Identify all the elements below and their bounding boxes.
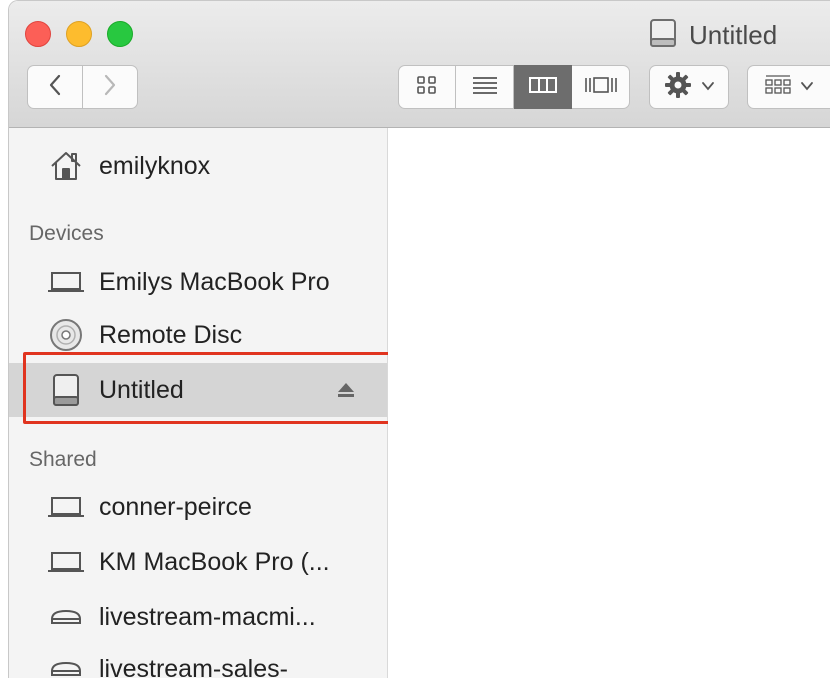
sidebar-item-emilys-macbook-pro[interactable]: Emilys MacBook Pro [9, 255, 387, 309]
sidebar-item-label: emilyknox [99, 152, 210, 181]
finder-window: Untitled [8, 0, 830, 678]
sidebar-item-label: Remote Disc [99, 321, 242, 350]
sidebar-item-home[interactable]: emilyknox [9, 139, 387, 193]
icon-view-button[interactable] [398, 65, 456, 109]
arrange-menu-button[interactable] [747, 65, 830, 109]
gear-icon [663, 70, 693, 105]
forward-button[interactable] [82, 65, 138, 109]
list-icon [471, 75, 499, 100]
view-mode-group [398, 65, 630, 109]
columns-icon [528, 75, 558, 100]
sidebar-item-livestream-macmini[interactable]: livestream-macmi... [9, 590, 387, 644]
sidebar-item-livestream-sales[interactable]: livestream-sales- [9, 642, 387, 678]
chevron-left-icon [47, 73, 63, 102]
zoom-button[interactable] [107, 21, 133, 47]
arrange-grid-icon [764, 74, 792, 101]
sidebar-item-label: Emilys MacBook Pro [99, 268, 330, 297]
gallery-view-button[interactable] [572, 65, 630, 109]
sidebar-item-label: livestream-sales- [99, 655, 288, 678]
sidebar-item-conner-peirce[interactable]: conner-peirce [9, 480, 387, 534]
sidebar: emilyknox Devices Emilys MacBook Pro Rem… [9, 128, 388, 678]
toolbar: Untitled [9, 1, 830, 128]
minimize-button[interactable] [66, 21, 92, 47]
laptop-icon [47, 544, 85, 580]
sidebar-item-label: Untitled [99, 376, 184, 405]
column-view-button[interactable] [514, 65, 572, 109]
disc-icon [47, 317, 85, 353]
cover-flow-icon [583, 75, 619, 100]
chevron-down-icon [800, 78, 814, 96]
sidebar-item-remote-disc[interactable]: Remote Disc [9, 308, 387, 362]
sidebar-item-untitled[interactable]: Untitled [9, 363, 387, 417]
drive-icon [649, 18, 677, 53]
window-title: Untitled [649, 15, 777, 55]
column-browser[interactable] [388, 128, 830, 678]
chevron-down-icon [701, 78, 715, 96]
list-view-button[interactable] [456, 65, 514, 109]
chevron-right-icon [102, 73, 118, 102]
devices-section-header: Devices [29, 222, 104, 246]
sidebar-item-km-macbook-pro[interactable]: KM MacBook Pro (... [9, 535, 387, 589]
laptop-icon [47, 489, 85, 525]
server-icon [47, 651, 85, 678]
action-menu-button[interactable] [649, 65, 729, 109]
window-title-text: Untitled [689, 20, 777, 51]
grid-icon [416, 75, 438, 100]
close-button[interactable] [25, 21, 51, 47]
server-icon [47, 599, 85, 635]
sidebar-item-label: conner-peirce [99, 493, 252, 522]
home-icon [47, 148, 85, 184]
back-button[interactable] [27, 65, 83, 109]
shared-section-header: Shared [29, 448, 97, 472]
sidebar-item-label: KM MacBook Pro (... [99, 548, 330, 577]
laptop-icon [47, 264, 85, 300]
drive-icon [47, 372, 85, 408]
sidebar-item-label: livestream-macmi... [99, 603, 316, 632]
eject-icon[interactable] [335, 380, 357, 400]
